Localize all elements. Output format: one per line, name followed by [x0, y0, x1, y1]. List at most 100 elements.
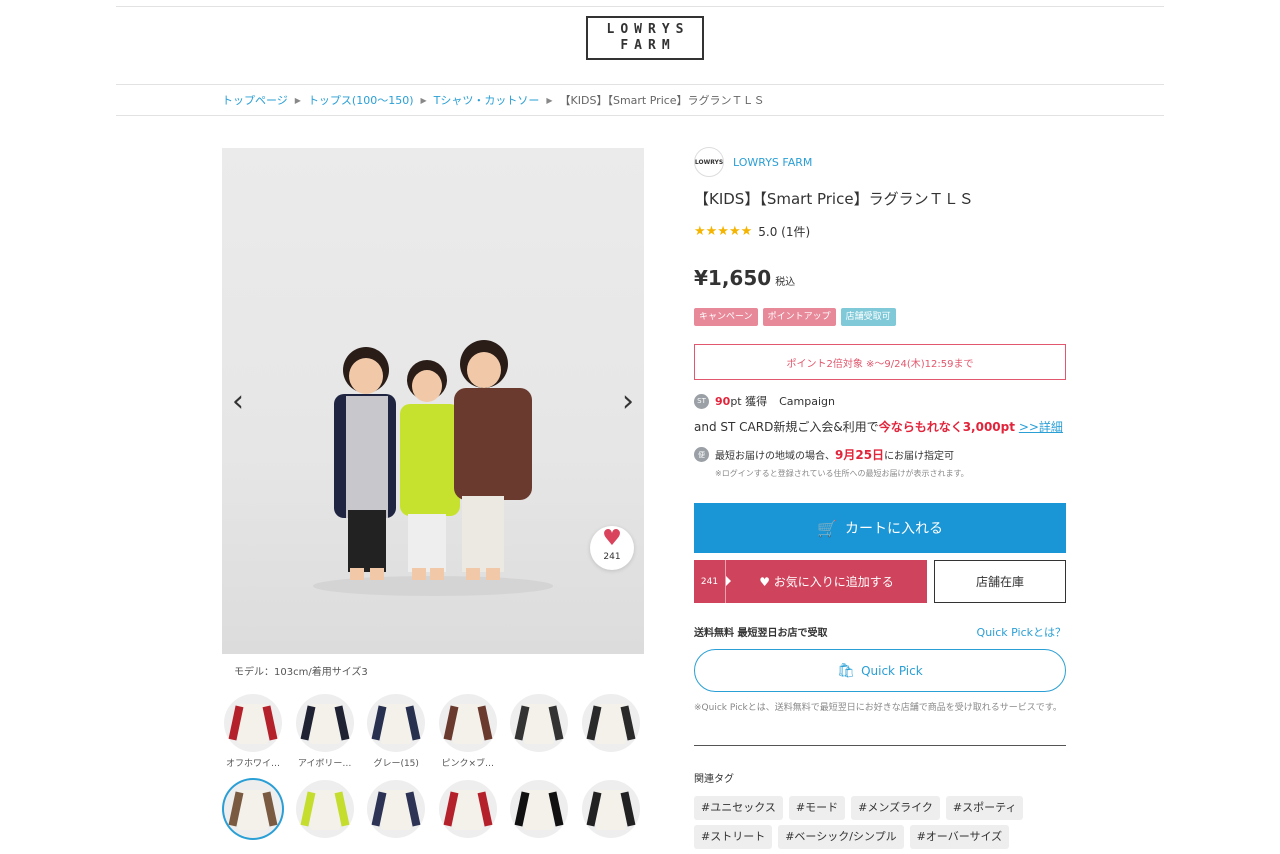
badge-campaign: キャンペーン: [694, 308, 758, 326]
badges: キャンペーン ポイントアップ 店舗受取可: [694, 308, 896, 326]
price: ¥1,650 税込: [694, 266, 795, 290]
breadcrumb-divider: [116, 115, 1164, 116]
brand-logo[interactable]: LOWRYS FARM: [586, 16, 704, 60]
favorite-count: 241: [603, 552, 621, 562]
thumbnail-image: [581, 694, 640, 752]
quick-pick-button[interactable]: 🛍 Quick Pick: [694, 649, 1066, 692]
points-campaign: Campaign: [779, 394, 835, 408]
thumbnail[interactable]: グレー(15): [365, 694, 427, 769]
rating[interactable]: ★★★★★ 5.0 (1件): [694, 223, 810, 240]
thumbnail[interactable]: [580, 780, 642, 838]
breadcrumb-separator-icon: ▶: [546, 95, 553, 105]
delivery-prefix: 最短お届けの地域の場合、: [715, 451, 835, 462]
thumbnail[interactable]: [365, 780, 427, 838]
breadcrumb-current: 【KIDS】【Smart Price】ラグランＴＬＳ: [559, 94, 765, 107]
store-stock-button[interactable]: 店舗在庫: [934, 560, 1066, 603]
heart-icon: ♥: [759, 575, 770, 589]
related-tags: #ユニセックス #モード #メンズライク #スポーティ #ストリート #ベーシック/シンプ…: [694, 796, 1066, 849]
thumbnail-label: ピンク×ブ…: [441, 759, 495, 769]
st-card-promo: and ST CARD新規ご入会&利用で今ならもれなく3,000pt >>詳細: [694, 418, 1063, 435]
breadcrumb-home[interactable]: トップページ: [222, 92, 288, 108]
thumbnail-image: [224, 780, 282, 838]
thumbnail[interactable]: [580, 694, 642, 769]
thumbnail[interactable]: [222, 780, 284, 838]
thumbnail[interactable]: [508, 780, 570, 838]
points-icon: ST: [694, 393, 709, 409]
rating-text: 5.0 (1件): [758, 225, 811, 239]
thumbnail-image: [438, 694, 497, 752]
logo-line-2: FARM: [620, 38, 676, 53]
favorites-count: 241: [694, 560, 731, 603]
thumbnail-image: [510, 780, 569, 838]
thumbnail-label: オフホワイ…: [225, 759, 280, 769]
brand-link[interactable]: LOWRYS LOWRYS FARM: [694, 147, 812, 177]
chevron-left-icon[interactable]: ‹: [226, 387, 250, 417]
add-to-cart-button[interactable]: 🛒 カートに入れる: [694, 503, 1066, 553]
related-tags-title: 関連タグ: [694, 774, 734, 785]
thumbnail-image: [224, 694, 282, 752]
delivery-date: 9月25日: [835, 448, 885, 462]
favorites-label: ♥ お気に入りに追加する: [726, 573, 927, 590]
thumbnail[interactable]: [437, 780, 499, 838]
product-title: 【KIDS】【Smart Price】ラグランＴＬＳ: [694, 190, 974, 208]
kids-photo: [313, 340, 553, 596]
delivery-line: 便 最短お届けの地域の場合、 9月25日 にお届け指定可: [694, 446, 954, 463]
star-rating-icon: ★★★★★: [694, 224, 753, 239]
brand-name[interactable]: LOWRYS FARM: [733, 156, 812, 169]
breadcrumb: トップページ ▶ トップス(100〜150) ▶ Tシャツ・カットソー ▶ 【K…: [222, 92, 765, 108]
tax-label: 税込: [775, 277, 796, 288]
add-to-favorites-button[interactable]: 241 ♥ お気に入りに追加する: [694, 560, 927, 603]
thumbnail-image: [295, 780, 354, 838]
thumbnail-image: [581, 780, 640, 838]
tag-chip[interactable]: #ストリート: [694, 825, 773, 849]
campaign-box[interactable]: ポイント2倍対象 ※〜9/24(木)12:59まで: [694, 344, 1066, 380]
section-divider: [694, 745, 1066, 746]
model-note: モデル：103cm/着用サイズ3: [234, 667, 368, 678]
favorites-label-text: お気に入りに追加する: [773, 575, 894, 589]
chevron-right-icon[interactable]: ›: [616, 387, 640, 417]
points-line: ST 90 pt 獲得 Campaign: [694, 393, 835, 409]
quick-pick-label: Quick Pick: [861, 663, 923, 678]
shipping-info: 送料無料 最短翌日お店で受取 Quick Pickとは？: [694, 624, 1066, 640]
truck-icon: 便: [694, 447, 709, 462]
tag-chip[interactable]: #スポーティ: [945, 796, 1024, 820]
breadcrumb-tshirts[interactable]: Tシャツ・カットソー: [434, 92, 540, 108]
shipping-text: 送料無料 最短翌日お店で受取: [694, 628, 828, 639]
thumbnail-row-1: オフホワイ… アイボリー… グレー(15) ピンク×ブ…: [222, 694, 642, 769]
delivery-suffix: にお届け指定可: [884, 451, 955, 462]
card-detail-link[interactable]: >>詳細: [1019, 420, 1063, 434]
thumbnail[interactable]: [508, 694, 570, 769]
cart-label: カートに入れる: [844, 521, 943, 537]
tag-chip[interactable]: #ベーシック/シンプル: [778, 825, 904, 849]
main-product-image[interactable]: ‹ › ♥ 241: [222, 148, 644, 654]
breadcrumb-tops[interactable]: トップス(100〜150): [308, 92, 414, 108]
thumbnail[interactable]: アイボリー…: [294, 694, 356, 769]
tag-chip[interactable]: #オーバーサイズ: [909, 825, 1010, 849]
cart-icon: 🛒: [817, 518, 837, 538]
top-divider: [116, 6, 1164, 7]
thumbnail[interactable]: ピンク×ブ…: [437, 694, 499, 769]
logo-line-1: LOWRYS: [606, 22, 690, 37]
bag-icon: 🛍: [837, 662, 856, 679]
thumbnail[interactable]: [294, 780, 356, 838]
delivery-note: ※ログインすると登録されている住所への最短お届けが表示されます。: [715, 469, 969, 478]
badge-point-up: ポイントアップ: [762, 308, 836, 326]
thumbnail[interactable]: オフホワイ…: [222, 694, 284, 769]
header-divider: [116, 84, 1164, 85]
badge-store-pickup: 店舗受取可: [840, 308, 896, 326]
quickpick-info-link[interactable]: Quick Pickとは？: [977, 624, 1066, 640]
thumbnail-label: アイボリー…: [297, 759, 352, 769]
tag-chip[interactable]: #ユニセックス: [694, 796, 783, 820]
thumbnail-label: グレー(15): [373, 759, 419, 769]
tag-chip[interactable]: #モード: [788, 796, 846, 820]
price-value: ¥1,650: [694, 266, 772, 290]
thumbnail-row-2: [222, 780, 642, 838]
card-highlight: 今ならもれなく3,000pt: [878, 420, 1015, 434]
breadcrumb-separator-icon: ▶: [294, 95, 301, 105]
points-value: 90: [715, 394, 731, 408]
thumbnail-image: [510, 694, 569, 752]
favorite-overlay-button[interactable]: ♥ 241: [590, 526, 634, 570]
heart-icon: ♥: [602, 526, 622, 551]
quick-pick-note: ※Quick Pickとは、送料無料で最短翌日にお好きな店舗で商品を受け取れるサ…: [694, 703, 1062, 713]
tag-chip[interactable]: #メンズライク: [851, 796, 940, 820]
